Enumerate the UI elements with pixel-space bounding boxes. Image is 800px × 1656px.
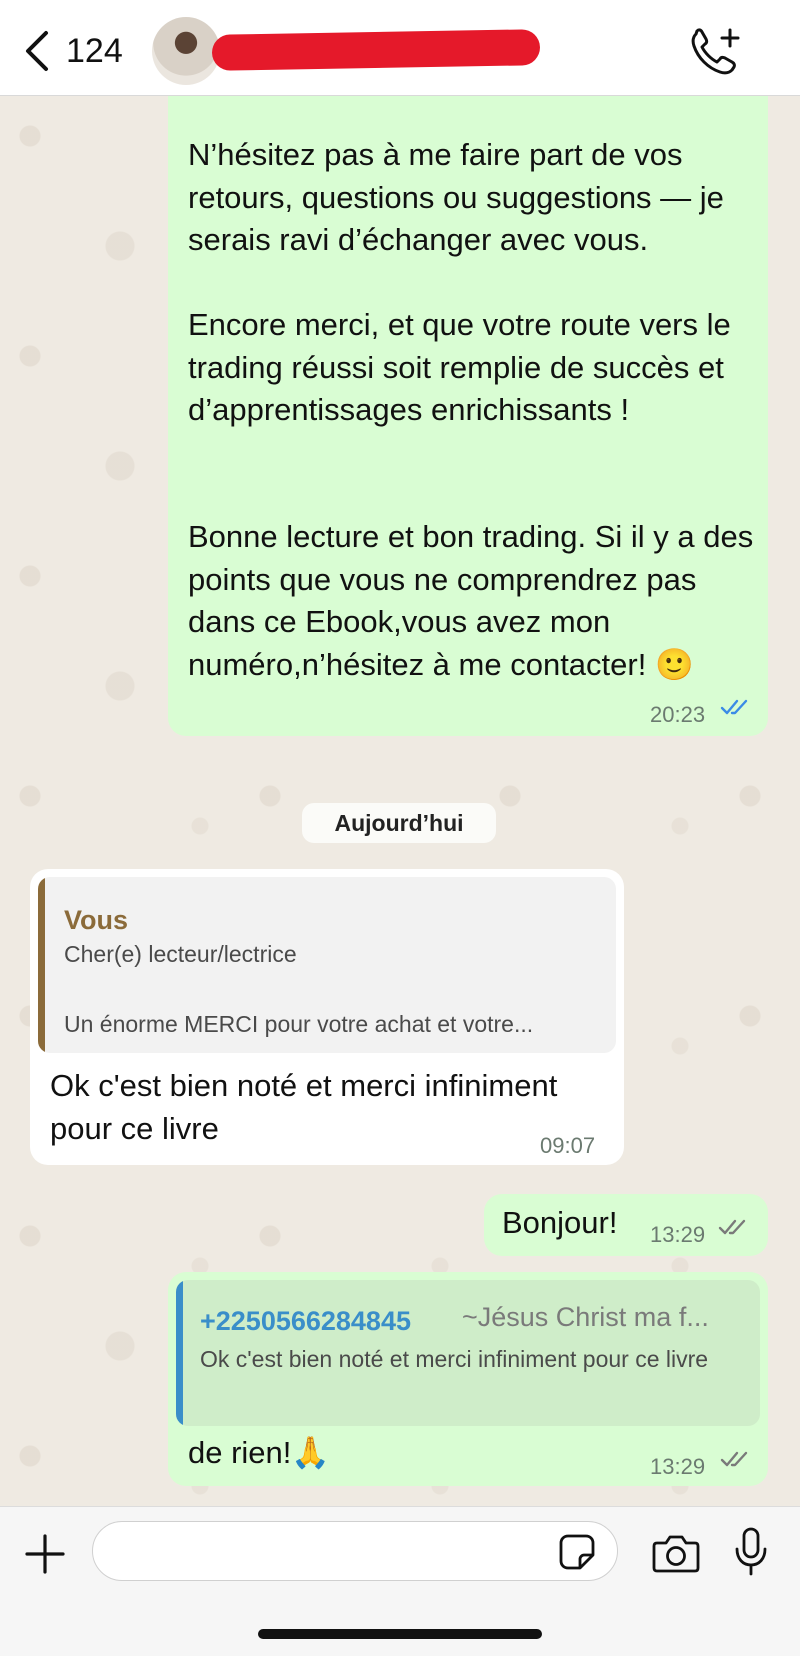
message-time: 20:23 — [650, 702, 706, 727]
message-input[interactable] — [92, 1521, 618, 1581]
message-text: Ok c'est bien noté et merci infiniment p… — [50, 1068, 558, 1146]
quote-line: Cher(e) lecteur/lectrice — [64, 941, 297, 967]
plus-icon[interactable] — [24, 1533, 66, 1575]
message-bubble-incoming[interactable]: Vous Cher(e) lecteur/lectrice Un énorme … — [30, 869, 624, 1165]
quote-author: +2250566284845 — [200, 1306, 411, 1336]
message-text: de rien!🙏 — [188, 1435, 330, 1470]
message-bubble-outgoing[interactable]: +2250566284845 ~Jésus Christ ma f... Ok … — [168, 1272, 768, 1486]
quote-text: Ok c'est bien noté et merci infiniment p… — [200, 1346, 709, 1372]
back-unread-count[interactable]: 124 — [66, 32, 123, 71]
quote-bar — [38, 877, 45, 1053]
message-paragraph: Bonne lecture et bon trading. Si il y a … — [188, 519, 754, 682]
message-paragraph: N’hésitez pas à me faire part de vos ret… — [188, 137, 724, 257]
microphone-icon[interactable] — [734, 1527, 768, 1577]
message-bubble-outgoing[interactable]: Bonjour! 13:29 — [484, 1194, 768, 1256]
message-time: 13:29 — [650, 1222, 706, 1247]
chat-header: 124 — [0, 0, 800, 96]
sticker-icon[interactable] — [558, 1533, 596, 1571]
message-time: 13:29 — [650, 1454, 706, 1479]
camera-icon[interactable] — [652, 1533, 700, 1573]
quote-bar — [176, 1280, 183, 1426]
date-separator: Aujourd’hui — [302, 803, 496, 843]
chat-area[interactable]: N’hésitez pas à me faire part de vos ret… — [0, 96, 800, 1506]
phone-plus-icon[interactable] — [688, 26, 742, 76]
quote-line: Un énorme MERCI pour votre achat et votr… — [64, 1011, 534, 1037]
contact-avatar[interactable] — [152, 17, 220, 85]
quoted-message[interactable]: +2250566284845 ~Jésus Christ ma f... Ok … — [176, 1280, 760, 1426]
home-indicator — [258, 1629, 542, 1639]
contact-name-redaction — [211, 29, 541, 71]
quote-author: Vous — [64, 905, 129, 935]
double-check-icon — [718, 1219, 746, 1235]
quote-author-alias: ~Jésus Christ ma f... — [462, 1302, 709, 1332]
composer-bar — [0, 1506, 800, 1656]
double-check-icon — [720, 1451, 748, 1467]
chevron-left-icon[interactable] — [22, 30, 52, 72]
message-time: 09:07 — [540, 1133, 596, 1158]
message-paragraph: Encore merci, et que votre route vers le… — [188, 307, 731, 427]
quoted-message[interactable]: Vous Cher(e) lecteur/lectrice Un énorme … — [38, 877, 616, 1053]
message-bubble-outgoing[interactable]: N’hésitez pas à me faire part de vos ret… — [168, 96, 768, 736]
double-check-icon — [720, 699, 748, 715]
message-text: Bonjour! — [502, 1205, 618, 1240]
